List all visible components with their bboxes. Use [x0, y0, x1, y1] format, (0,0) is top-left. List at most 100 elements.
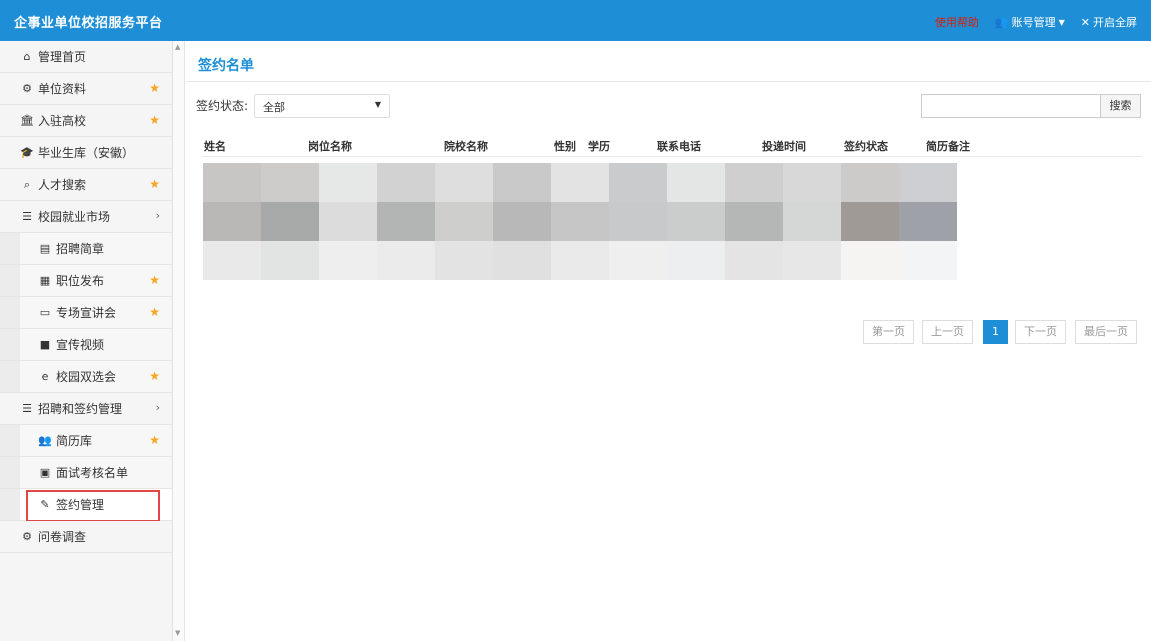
sidebar-item-label: 面试考核名单	[56, 466, 129, 480]
redacted-cell	[493, 241, 551, 280]
sidebar-item-company-info[interactable]: ⚙ 单位资料 ★	[0, 73, 172, 105]
chevron-right-icon: ›	[155, 401, 160, 414]
sidebar-item-survey[interactable]: ⚙ 问卷调查	[0, 521, 172, 553]
redacted-cell	[551, 241, 609, 280]
sidebar-item-home[interactable]: ⌂ 管理首页	[0, 41, 172, 73]
gear-icon: ⚙	[22, 82, 32, 95]
search-input[interactable]	[921, 94, 1101, 118]
redacted-cell	[725, 202, 783, 241]
sidebar-item-sign-mgmt[interactable]: ✎ 签约管理	[0, 489, 172, 522]
sidebar-item-job-posting[interactable]: ▦ 职位发布 ★	[0, 265, 172, 297]
fullscreen-button[interactable]: ✕ 开启全屏	[1081, 14, 1137, 30]
redacted-cell	[203, 241, 261, 280]
column-header: 投递时间	[762, 140, 806, 153]
redacted-cell	[261, 202, 319, 241]
star-icon: ★	[149, 305, 160, 319]
sidebar-item-interview-list[interactable]: ▣ 面试考核名单	[0, 457, 172, 489]
table-row[interactable]	[203, 202, 958, 241]
divider	[186, 81, 1151, 82]
redacted-cell	[841, 202, 899, 241]
table-row[interactable]	[203, 163, 958, 202]
account-label: 账号管理	[1011, 16, 1056, 29]
sidebar-item-label: 简历库	[56, 434, 93, 448]
gear-icon: ⚙	[22, 530, 32, 543]
redacted-cell	[667, 241, 725, 280]
sidebar-item-campus-market[interactable]: ☰ 校园就业市场 ›	[0, 201, 172, 233]
star-icon: ★	[149, 433, 160, 447]
users-icon: 👥	[994, 15, 1009, 29]
sidebar-item-label: 毕业生库（安徽）	[38, 146, 135, 160]
redacted-cell	[667, 202, 725, 241]
column-header: 院校名称	[444, 140, 488, 153]
redacted-cell	[319, 202, 377, 241]
fullscreen-label: 开启全屏	[1093, 16, 1137, 29]
redacted-cell	[609, 163, 667, 202]
help-link[interactable]: 使用帮助	[935, 14, 979, 30]
chevron-down-icon: ▼	[1058, 17, 1065, 27]
redacted-cell	[203, 163, 261, 202]
sidebar-item-job-fair[interactable]: e 校园双选会 ★	[0, 361, 172, 393]
list-icon: ☰	[22, 402, 32, 415]
main-content: 签约名单 签约状态: 全部 ▼ 搜索 姓名 岗位名称 院校名称 性别 学历 联系…	[186, 41, 1151, 641]
last-page-button[interactable]: 最后一页	[1075, 320, 1137, 344]
sidebar-item-recruit-sign-mgmt[interactable]: ☰ 招聘和签约管理 ›	[0, 393, 172, 425]
search-icon: ⌕	[23, 177, 31, 191]
scroll-down-icon[interactable]: ▼	[175, 629, 180, 637]
sidebar-item-label: 问卷调查	[38, 530, 87, 544]
sidebar-item-universities[interactable]: 🏛 入驻高校 ★	[0, 105, 172, 137]
video-icon: ■	[39, 338, 51, 351]
fullscreen-icon: ✕	[1080, 15, 1090, 29]
redacted-cell	[609, 202, 667, 241]
redacted-cell	[783, 163, 841, 202]
search-button[interactable]: 搜索	[1101, 94, 1141, 118]
redacted-cell	[435, 202, 493, 241]
users-icon: 👥	[38, 434, 52, 447]
next-page-button[interactable]: 下一页	[1015, 320, 1066, 344]
redacted-cell	[319, 241, 377, 280]
ie-icon: e	[41, 370, 49, 383]
home-icon: ⌂	[23, 50, 31, 63]
redacted-cell	[377, 241, 435, 280]
redacted-cell	[899, 163, 957, 202]
select-value: 全部	[263, 101, 285, 114]
redacted-cell	[551, 163, 609, 202]
table-row[interactable]	[203, 241, 958, 280]
redacted-cell	[667, 163, 725, 202]
table-header-divider	[202, 156, 1142, 157]
file-icon: ▤	[39, 242, 51, 255]
scroll-up-icon[interactable]: ▲	[175, 43, 180, 51]
redacted-cell	[841, 163, 899, 202]
redacted-cell	[609, 241, 667, 280]
sidebar-item-label: 校园双选会	[56, 370, 117, 384]
sidebar-item-recruit-brochure[interactable]: ▤ 招聘简章	[0, 233, 172, 265]
sidebar-item-presentations[interactable]: ▭ 专场宣讲会 ★	[0, 297, 172, 329]
sidebar: ⌂ 管理首页 ⚙ 单位资料 ★ 🏛 入驻高校 ★ 🎓 毕业生库（安徽） ⌕ 人才…	[0, 41, 173, 641]
sidebar-item-promo-video[interactable]: ■ 宣传视频	[0, 329, 172, 361]
redacted-cell	[725, 241, 783, 280]
redacted-cell	[261, 241, 319, 280]
active-highlight	[26, 490, 160, 522]
first-page-button[interactable]: 第一页	[863, 320, 914, 344]
redacted-cell	[899, 241, 957, 280]
redacted-cell	[261, 163, 319, 202]
sidebar-item-label: 宣传视频	[56, 338, 105, 352]
sidebar-item-talent-search[interactable]: ⌕ 人才搜索 ★	[0, 169, 172, 201]
sidebar-item-label: 入驻高校	[38, 114, 87, 128]
redacted-cell	[493, 202, 551, 241]
chevron-right-icon: ›	[155, 209, 160, 222]
account-menu[interactable]: 👥 账号管理 ▼	[995, 14, 1065, 30]
redacted-cell	[783, 202, 841, 241]
prev-page-button[interactable]: 上一页	[922, 320, 973, 344]
status-select[interactable]: 全部 ▼	[254, 94, 390, 118]
sidebar-item-resume-library[interactable]: 👥 简历库 ★	[0, 425, 172, 457]
sidebar-scrollbar[interactable]: ▲ ▼	[173, 41, 185, 641]
redacted-cell	[841, 241, 899, 280]
current-page-button[interactable]: 1	[983, 320, 1008, 344]
sidebar-item-label: 管理首页	[38, 50, 87, 64]
filter-label: 签约状态:	[196, 99, 249, 113]
list-icon: ☰	[22, 210, 32, 223]
bank-icon: 🏛	[20, 114, 34, 127]
sidebar-item-graduates[interactable]: 🎓 毕业生库（安徽）	[0, 137, 172, 169]
redacted-cell	[899, 202, 957, 241]
sidebar-item-label: 职位发布	[56, 274, 105, 288]
